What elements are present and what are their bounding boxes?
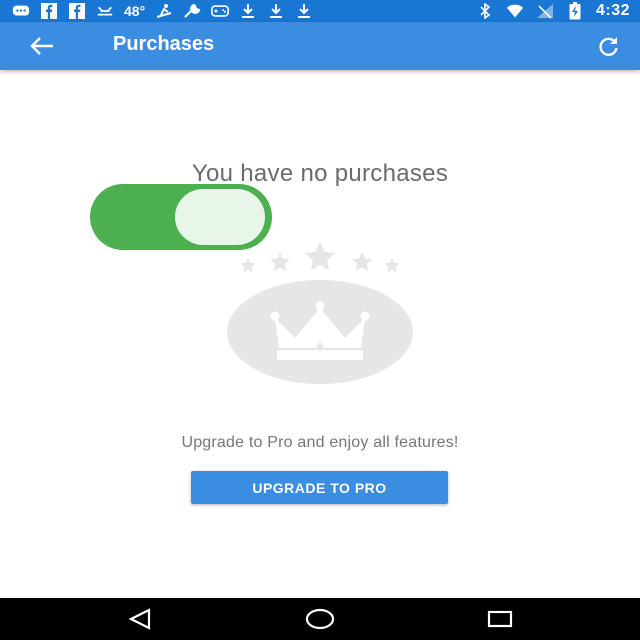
toggle-knob	[175, 189, 265, 245]
back-triangle-icon	[128, 608, 151, 630]
recents-square-icon	[487, 610, 513, 628]
status-right-icons: 4:32	[476, 2, 630, 20]
back-button[interactable]	[22, 30, 62, 62]
status-left-icons: 48°	[12, 2, 313, 20]
status-bar: 48° 4:32	[0, 0, 640, 22]
upgrade-description: Upgrade to Pro and enjoy all features!	[181, 434, 459, 451]
crown-icon	[270, 301, 370, 360]
temperature-label: 48°	[124, 3, 146, 19]
download-icon	[239, 2, 257, 20]
home-circle-icon	[305, 608, 335, 630]
refresh-button[interactable]	[590, 30, 626, 62]
wifi-icon	[506, 2, 524, 20]
download-icon	[295, 2, 313, 20]
weather-icon	[96, 2, 114, 20]
app-bar: Purchases	[0, 22, 640, 70]
facebook-icon	[68, 2, 86, 20]
facebook-icon	[40, 2, 58, 20]
upgrade-to-pro-button[interactable]: UPGRADE TO PRO	[191, 471, 448, 504]
download-icon	[267, 2, 285, 20]
battery-charging-icon	[566, 2, 584, 20]
page-title: Purchases	[113, 33, 215, 55]
no-signal-icon	[536, 2, 554, 20]
refresh-icon	[599, 37, 618, 56]
arrow-left-icon	[30, 37, 53, 55]
navigation-bar	[0, 598, 640, 640]
chat-bubble-icon	[12, 2, 30, 20]
gamepad-icon	[211, 2, 230, 20]
clock: 4:32	[595, 2, 630, 19]
nav-recents-button[interactable]	[480, 606, 520, 632]
bluetooth-icon	[476, 2, 494, 20]
nav-back-button[interactable]	[120, 606, 160, 632]
wrench-icon	[183, 2, 201, 20]
nav-home-button[interactable]	[300, 606, 340, 632]
stars-icon	[240, 242, 400, 273]
surf-icon	[155, 2, 173, 20]
empty-state-title: You have no purchases	[191, 160, 449, 187]
